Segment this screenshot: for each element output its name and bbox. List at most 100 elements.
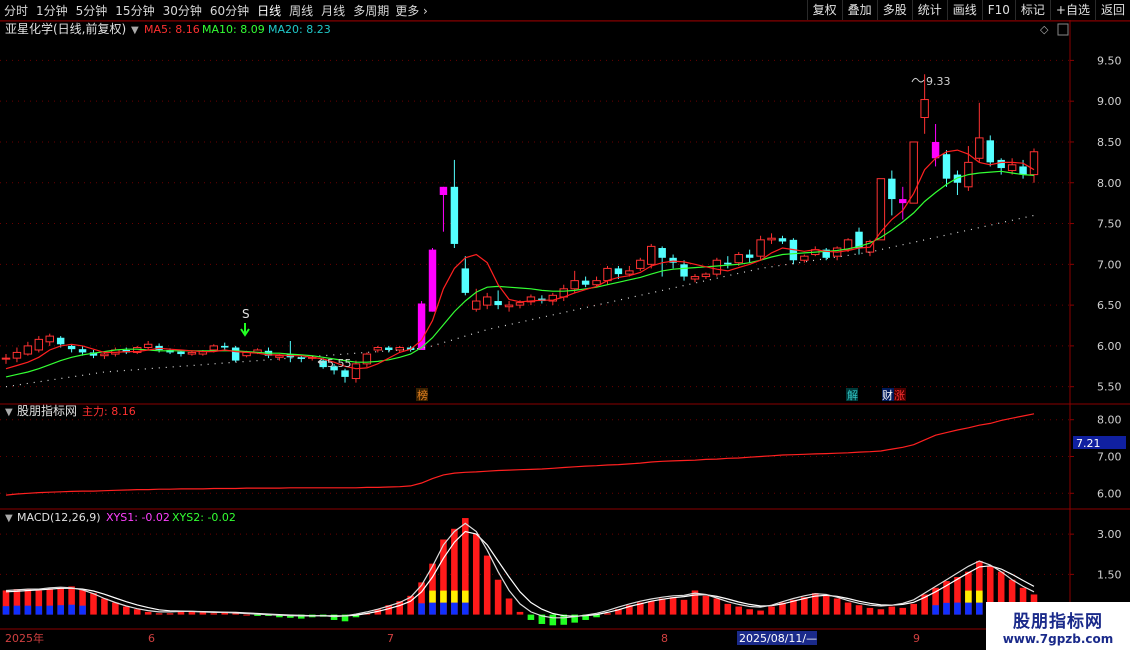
macd-bar-segment <box>429 602 436 615</box>
indicator-title: 股朋指标网 <box>17 403 77 418</box>
macd-bar <box>144 611 152 615</box>
macd-bar <box>735 606 743 615</box>
panel-layout-icon[interactable] <box>1057 23 1069 36</box>
macd-bar <box>112 602 119 615</box>
macd-bar <box>177 611 185 615</box>
macd-bar <box>199 612 207 615</box>
candle-body <box>975 137 984 159</box>
y-tick-label: 3.00 <box>1097 528 1122 541</box>
candle-body <box>177 351 185 355</box>
macd-bar <box>210 613 218 615</box>
candle-body <box>67 345 76 350</box>
macd-bar <box>713 598 721 615</box>
macd-bar <box>166 613 174 615</box>
candle-body <box>450 186 459 244</box>
macd-bar <box>899 607 907 615</box>
macd-bar <box>123 606 130 615</box>
macd-bar <box>680 599 688 615</box>
y-tick-label: 1.50 <box>1097 568 1122 581</box>
candle-body <box>100 353 109 357</box>
ma10-label: MA10: 8.09 <box>202 23 265 36</box>
macd-bar <box>101 598 108 615</box>
diamond-icon[interactable]: ◇ <box>1040 23 1049 36</box>
candle-body <box>231 347 240 361</box>
macd-bar-segment <box>943 602 950 615</box>
macd-bar-segment <box>13 605 21 615</box>
macd-bar <box>505 598 513 615</box>
macd-menu-icon[interactable]: ▼ <box>5 513 13 524</box>
candle-body <box>734 254 743 264</box>
macd-title: MACD(12,26,9) <box>17 511 101 524</box>
macd-bar-segment <box>440 590 447 603</box>
candle-body <box>275 355 284 358</box>
candle-body <box>78 349 87 353</box>
macd-bar-segment <box>68 604 75 615</box>
macd-bar-segment <box>954 602 961 615</box>
candle-body <box>767 237 776 241</box>
macd-bar-segment <box>440 602 447 615</box>
y-tick-label: 7.50 <box>1097 218 1122 231</box>
candle-body <box>614 268 623 275</box>
candle-body <box>143 343 153 349</box>
macd-bar-segment <box>932 605 939 615</box>
candle-body <box>1029 151 1039 176</box>
macd-bar-segment <box>965 602 972 615</box>
macd-bar <box>516 611 524 615</box>
candle-body <box>658 248 666 258</box>
finance-badge[interactable]: 财 <box>882 388 893 402</box>
y-tick-label: 6.00 <box>1097 340 1122 353</box>
y-tick-label: 7.00 <box>1097 451 1122 464</box>
macd-bar-segment <box>462 590 469 603</box>
candle-body <box>953 174 962 183</box>
macd-bar <box>494 579 502 615</box>
candle-body <box>942 154 951 179</box>
ma5-label: MA5: 8.16 <box>144 23 200 36</box>
main-force-line <box>5 413 1035 496</box>
macd-bar <box>527 614 535 620</box>
macd-bar <box>155 613 163 615</box>
candle-body <box>1007 164 1017 172</box>
macd-bar-segment <box>46 605 54 615</box>
candle-body <box>1 357 11 360</box>
candle-body <box>986 140 994 163</box>
candle-body <box>888 178 896 200</box>
indicator-menu-icon[interactable]: ▼ <box>5 407 13 418</box>
settings-dropdown-icon[interactable]: ▼ <box>131 25 139 36</box>
rank-badge[interactable]: 榜 <box>417 388 428 402</box>
candle-body <box>461 268 470 293</box>
xaxis-label-sep: 9 <box>913 632 920 645</box>
macd-bar <box>746 609 753 615</box>
macd-bar <box>877 609 885 615</box>
macd-bar <box>844 602 852 615</box>
candle-body <box>778 238 787 242</box>
candle-body <box>570 280 579 290</box>
candle-body <box>373 347 383 351</box>
macd-bar <box>833 598 841 615</box>
xaxis-label-year: 2025年 <box>5 631 44 645</box>
candle-body <box>395 347 404 351</box>
macd-bar <box>658 598 666 615</box>
macd-bar-segment <box>462 602 469 615</box>
macd-bar <box>702 595 710 615</box>
candle-body <box>690 276 700 280</box>
cursor-date: 2025/08/11/— <box>739 632 817 645</box>
macd-bar-segment <box>976 590 983 603</box>
macd-bar-segment <box>429 590 436 603</box>
rise-badge[interactable]: 涨 <box>894 389 905 402</box>
candle-body <box>647 245 656 265</box>
macd-bar <box>910 603 917 615</box>
high-tilde-icon <box>911 77 925 83</box>
stock-chart[interactable]: 5.50 6.00 6.50 7.00 7.50 8.00 8.50 9.00 9.50 6.00… <box>0 0 1130 650</box>
candle-body <box>34 338 44 351</box>
macd-bar-segment <box>418 603 425 615</box>
macd-bar-segment <box>24 605 32 615</box>
candle-body <box>1019 166 1027 175</box>
sell-signal-label: S <box>242 307 250 321</box>
macd-bar <box>669 597 677 615</box>
macd-bar <box>133 609 141 615</box>
unlock-badge[interactable]: 解 <box>847 388 858 402</box>
macd-bar-segment <box>965 590 972 603</box>
candle-body <box>56 337 65 345</box>
indicator-line-label: 主力: 8.16 <box>82 405 136 418</box>
indicator-current-value: 7.21 <box>1076 437 1101 450</box>
